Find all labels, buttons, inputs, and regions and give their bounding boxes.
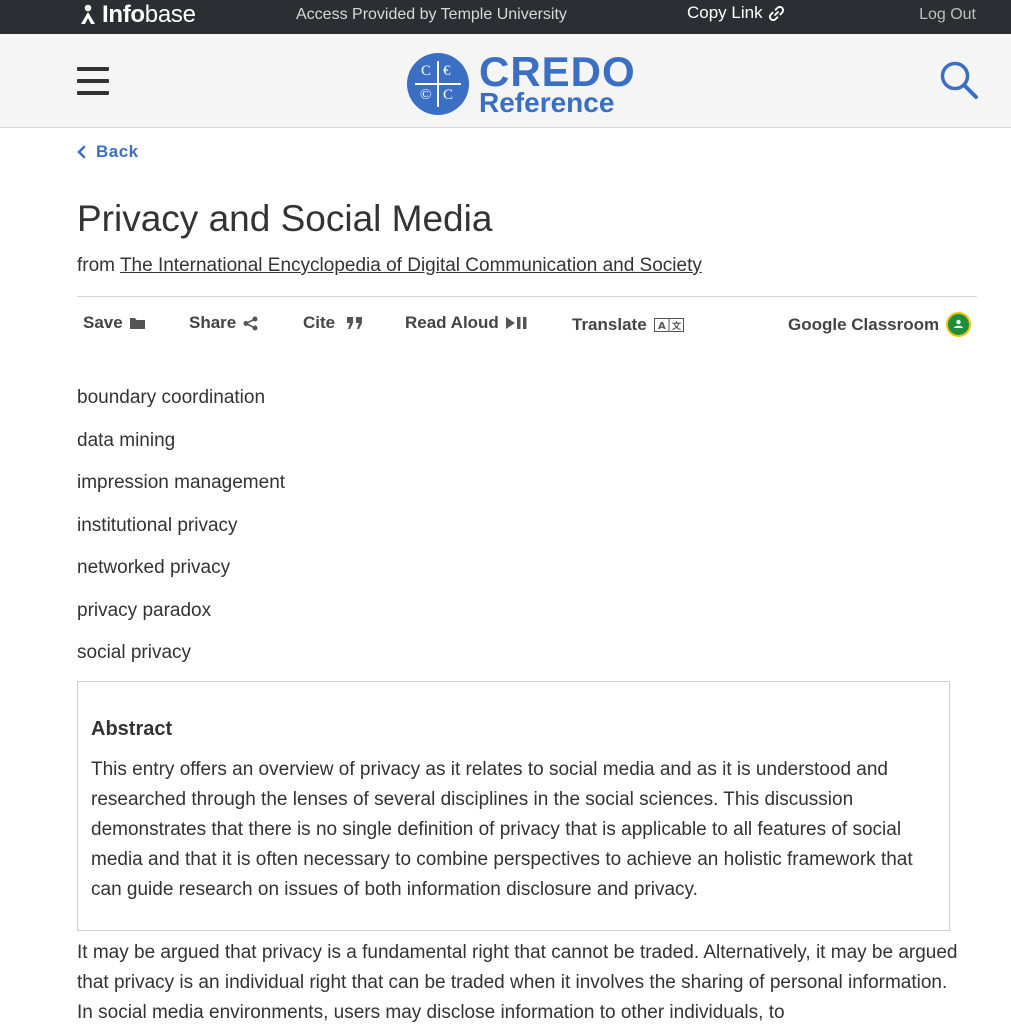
svg-text:文: 文: [671, 320, 682, 332]
infobase-icon: [81, 4, 95, 24]
keyword-item: networked privacy: [77, 557, 231, 578]
keyword-item: impression management: [77, 472, 286, 493]
chevron-left-icon: [77, 145, 86, 159]
google-classroom-button[interactable]: Google Classroom: [788, 312, 972, 337]
page-title: Privacy and Social Media: [77, 198, 493, 239]
link-icon: [768, 5, 784, 21]
infobase-logo[interactable]: Info base: [78, 0, 196, 30]
copy-link-label: Copy Link: [687, 3, 763, 22]
back-label: Back: [96, 142, 139, 161]
back-link[interactable]: Back: [77, 142, 139, 162]
abstract-heading: Abstract: [91, 718, 173, 740]
search-icon[interactable]: [939, 60, 979, 105]
copy-link-button[interactable]: Copy Link: [687, 3, 784, 23]
keyword-item: data mining: [77, 429, 176, 451]
play-pause-icon: [505, 317, 527, 329]
credo-emblem-icon: C € © C: [407, 53, 469, 115]
keyword-item: social privacy: [77, 642, 192, 663]
read-aloud-button[interactable]: Read Aloud: [405, 313, 528, 333]
article-toolbar: Save Share Cite Read Aloud Translate A 文…: [77, 305, 977, 345]
share-label: Share: [189, 313, 237, 332]
google-classroom-icon: [946, 312, 972, 337]
keyword-item: institutional privacy: [77, 514, 238, 536]
abstract-text: This entry offers an overview of privacy…: [91, 759, 913, 900]
source-line: from The International Encyclopedia of D…: [77, 255, 702, 277]
save-label: Save: [83, 313, 123, 332]
logo-reference-text: Reference: [479, 87, 615, 118]
abstract-box: Abstract This entry offers an overview o…: [77, 681, 950, 931]
save-button[interactable]: Save: [83, 313, 145, 333]
divider: [77, 296, 977, 297]
google-classroom-label: Google Classroom: [788, 314, 940, 334]
source-title-link[interactable]: The International Encyclopedia of Digita…: [120, 255, 702, 276]
keyword-item: privacy paradox: [77, 599, 212, 621]
brand-bold: Info: [102, 1, 145, 28]
share-button[interactable]: Share: [189, 313, 258, 333]
read-aloud-label: Read Aloud: [405, 313, 499, 332]
translate-icon: A 文: [653, 318, 684, 332]
translate-button[interactable]: Translate A 文: [572, 315, 684, 335]
svg-text:A: A: [658, 321, 666, 332]
share-icon: [243, 316, 258, 330]
menu-hamburger-icon[interactable]: [77, 67, 109, 95]
article-paragraph: It may be argued that privacy is a funda…: [77, 942, 958, 1023]
translate-label: Translate: [572, 315, 647, 334]
quote-icon: [347, 317, 363, 329]
site-header: C € © C CREDO Reference: [0, 34, 1011, 128]
credo-reference-logo[interactable]: C € © C CREDO Reference: [407, 51, 636, 117]
cite-label: Cite: [303, 313, 336, 332]
logout-link[interactable]: Log Out: [919, 6, 976, 24]
keyword-item: boundary coordination: [77, 387, 266, 408]
cite-button[interactable]: Cite: [303, 313, 364, 333]
keyword-list: boundary coordination data mining impres…: [77, 387, 285, 685]
folder-icon: [129, 318, 145, 329]
brand-light: base: [144, 1, 196, 28]
top-bar: Info base Access Provided by Temple Unive…: [0, 0, 1011, 34]
source-prefix: from: [77, 255, 115, 276]
access-text: Access Provided by Temple University: [296, 6, 567, 23]
